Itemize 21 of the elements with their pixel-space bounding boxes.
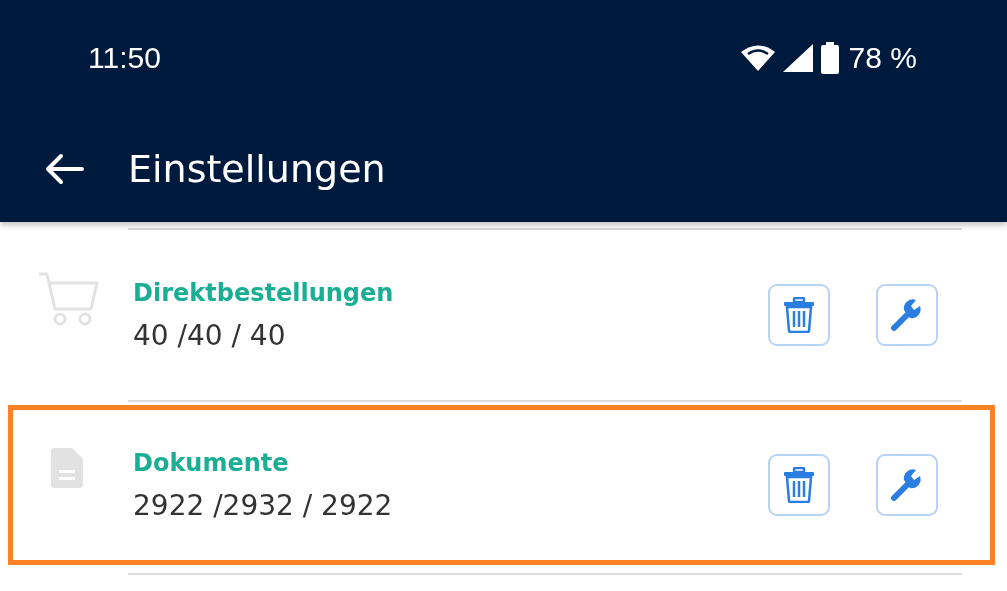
settings-button[interactable] — [876, 454, 938, 516]
wrench-icon — [890, 298, 924, 332]
screen-title: Einstellungen — [128, 147, 386, 191]
settings-button[interactable] — [876, 284, 938, 346]
signal-icon — [782, 44, 813, 72]
document-icon — [51, 448, 83, 488]
battery-icon — [820, 42, 839, 74]
item-title: Direktbestellungen — [133, 278, 395, 307]
battery-percentage: 78 % — [848, 41, 917, 75]
wrench-icon — [890, 468, 924, 502]
item-counts: 40 /40 / 40 — [133, 318, 287, 352]
delete-button[interactable] — [768, 454, 830, 516]
item-counts: 2922 /2932 / 2922 — [133, 488, 394, 522]
clock-time: 11:50 — [88, 41, 161, 75]
item-title: Dokumente — [133, 448, 290, 477]
back-arrow-icon[interactable] — [44, 153, 84, 185]
wifi-icon — [740, 45, 775, 71]
delete-button[interactable] — [768, 284, 830, 346]
shopping-cart-icon — [37, 271, 99, 327]
trash-icon — [783, 297, 815, 333]
trash-icon — [783, 467, 815, 503]
